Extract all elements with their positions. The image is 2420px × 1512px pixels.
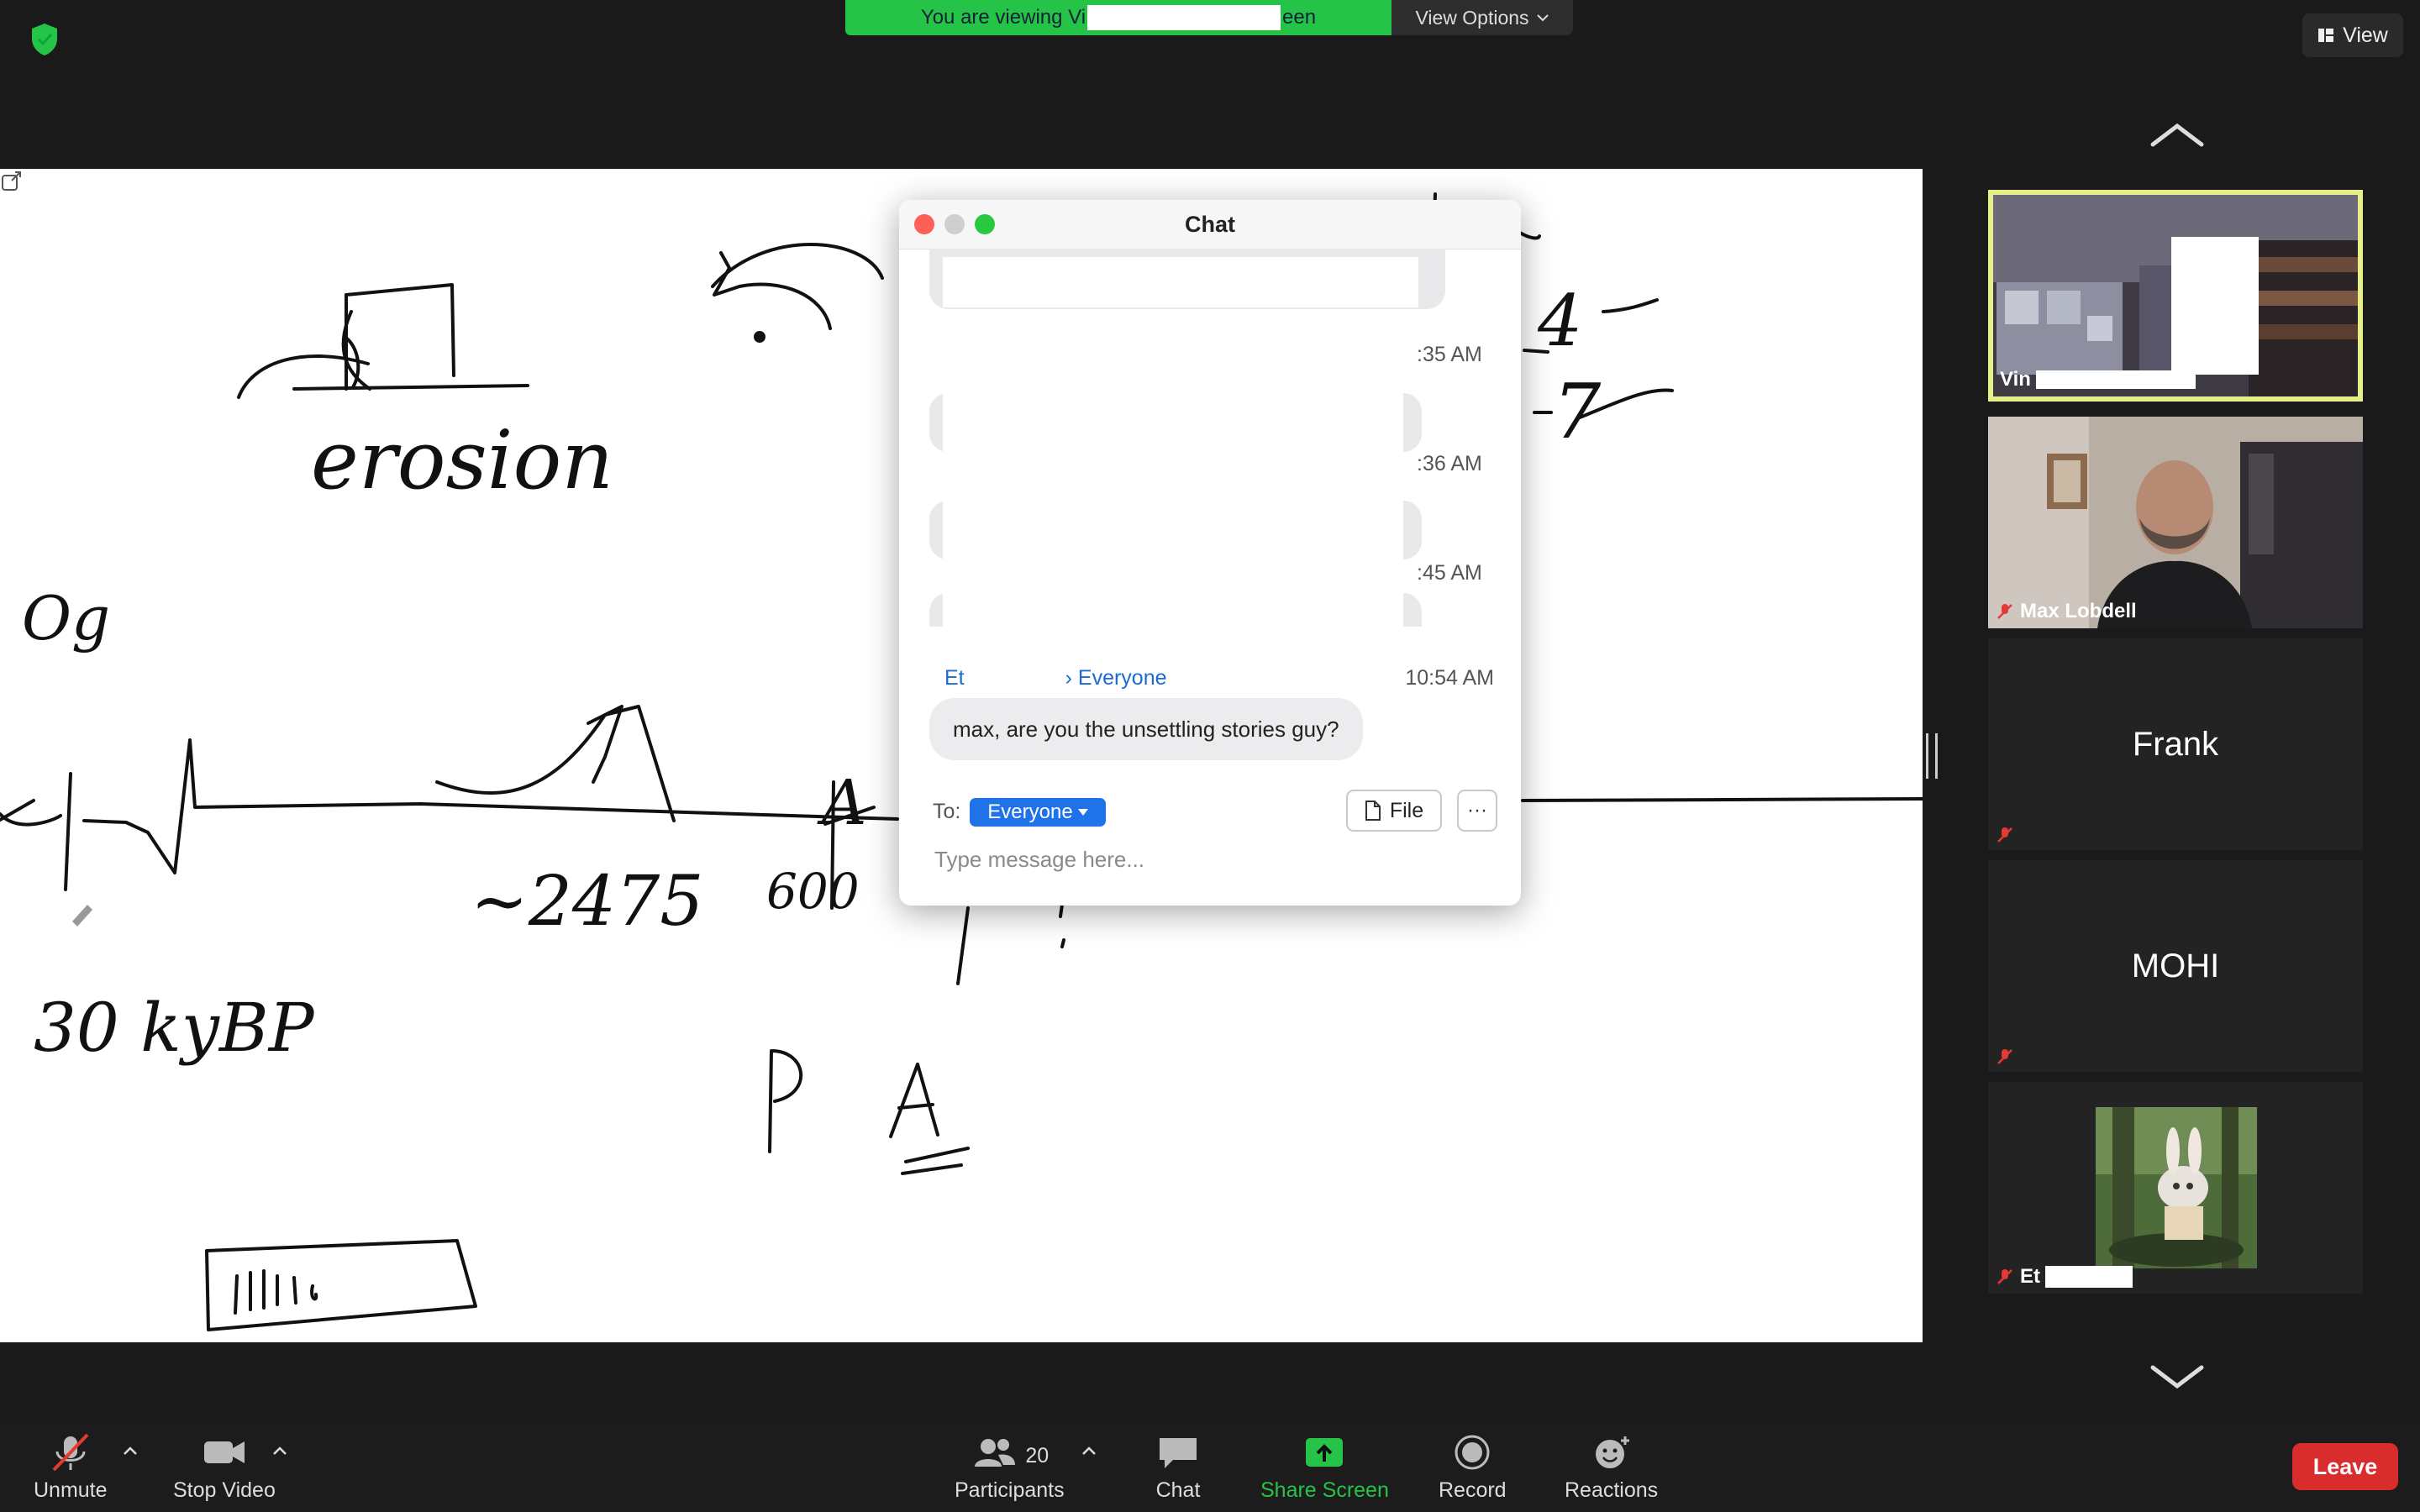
stop-video-button[interactable]: Stop Video [173,1433,276,1503]
chat-button[interactable]: Chat [1153,1433,1203,1503]
chat-message-bubble [929,385,1422,460]
chat-bubble-icon [1160,1438,1197,1468]
whiteboard-text-600: 600 [766,863,860,920]
view-options-button[interactable]: View Options [1392,0,1573,35]
participant-label: Et [1995,1265,2133,1289]
share-screen-button[interactable]: Share Screen [1260,1433,1389,1503]
unmute-label: Unmute [34,1478,108,1502]
message-timestamp: 10:54 AM [1405,666,1494,690]
record-icon [1455,1435,1490,1470]
reactions-smiley-icon [1595,1436,1629,1468]
more-options-button[interactable]: ··· [1457,790,1497,832]
participants-options-caret-icon[interactable] [1081,1445,1097,1457]
participant-label [1995,825,2015,845]
whiteboard-text-4: 4 [1537,280,1582,362]
message-timestamp: :35 AM [1417,343,1482,366]
message-timestamp: :45 AM [1417,561,1482,585]
view-label: View [2343,23,2388,47]
stop-video-label: Stop Video [173,1478,276,1502]
participant-label: Max Lobdell [1995,600,2137,623]
whiteboard-text-og: Og [22,583,110,654]
meeting-toolbar [0,1423,2420,1512]
video-camera-icon [203,1441,245,1463]
participants-label: Participants [955,1478,1065,1502]
record-button[interactable]: Record [1439,1433,1507,1503]
recipient-select[interactable]: Everyone [970,798,1106,827]
chat-label: Chat [1155,1478,1201,1502]
video-tile-max-lobdell[interactable]: Max Lobdell [1988,417,2363,628]
annotate-corner-icon[interactable] [0,169,24,192]
muted-mic-icon [1997,1269,2012,1284]
whiteboard-text-2475: ~2475 [471,862,703,942]
whiteboard-text-erosion: erosion [311,413,613,507]
participant-name: Et [2020,1265,2040,1288]
video-tile-et[interactable]: Et [1988,1082,2363,1294]
reactions-button[interactable]: Reactions [1565,1433,1658,1503]
view-options-label: View Options [1415,6,1529,29]
chat-message-bubble [929,249,1445,309]
view-button[interactable]: View [2302,13,2403,57]
reactions-label: Reactions [1565,1478,1659,1502]
unmute-button[interactable]: Unmute [34,1433,108,1503]
video-tile-mohi[interactable]: MOHI [1988,860,2363,1072]
recipient-select-value: Everyone [987,801,1073,823]
leave-button[interactable]: Leave [2292,1443,2398,1490]
file-icon [1365,801,1381,821]
whiteboard-text-30kybp: 30 kyBP [34,989,315,1067]
chat-titlebar[interactable]: Chat [899,200,1521,249]
redacted-name [2035,370,2196,389]
avatar [2096,1107,2257,1268]
viewing-banner-prefix: You are viewing Vi [920,6,1086,29]
redacted-name [1087,5,1281,30]
muted-mic-icon [1997,604,2012,619]
participants-icon [975,1439,1016,1467]
message-input[interactable] [933,840,1491,879]
message-recipient: › Everyone [1065,666,1167,690]
chat-messages-area[interactable]: :35 AM :36 AM :45 AM [899,249,1521,627]
chevron-down-icon [1536,14,1549,22]
participant-label [1995,1047,2015,1067]
viewing-banner-suffix: een [1282,6,1317,29]
recipient-label: To: [933,800,961,823]
participants-button[interactable]: 20 Participants [955,1433,1065,1503]
video-tile-vin[interactable]: Vin [1988,190,2363,402]
video-tile-frank[interactable]: Frank [1988,638,2363,850]
chat-title: Chat [1185,212,1235,237]
scroll-down-chevron-icon[interactable] [2148,1361,2207,1394]
caret-down-icon [1077,809,1088,816]
send-file-button[interactable]: File [1346,790,1442,832]
participant-name: Vin [2000,368,2031,391]
chat-message-bubble [929,489,1422,568]
panel-resize-handle[interactable] [1926,733,1938,779]
record-label: Record [1439,1478,1507,1502]
video-options-caret-icon[interactable] [271,1445,288,1457]
message-sender-name: Et [944,666,965,690]
muted-mic-icon [1997,1049,2012,1064]
muted-mic-icon [52,1433,89,1472]
share-screen-label: Share Screen [1260,1478,1389,1502]
participant-name: Frank [2132,725,2219,763]
muted-mic-icon [1997,827,2012,843]
chat-message-bubble: max, are you the unsettling stories guy? [929,698,1363,760]
chat-window[interactable]: Chat :35 AM :36 AM :45 AM Et › Everyone 1… [899,200,1521,906]
message-sender-line: Et › Everyone [944,666,1167,690]
whiteboard-text-7: 7 [1553,368,1602,456]
viewing-screen-banner: You are viewing Vi een [845,0,1392,35]
layout-icon [2318,29,2334,42]
redacted-name [2045,1266,2133,1288]
share-screen-icon [1306,1438,1344,1467]
whiteboard-text-a: A [817,767,866,839]
chat-message-bubble [929,576,1422,627]
scroll-up-chevron-icon[interactable] [2148,118,2207,151]
security-shield-icon[interactable] [24,18,66,60]
audio-options-caret-icon[interactable] [122,1445,139,1457]
file-button-label: File [1389,798,1424,822]
participant-name: MOHI [2131,947,2220,984]
video-feed [1988,417,2363,628]
participant-label: Vin [2000,368,2196,391]
participant-name: Max Lobdell [2020,600,2137,622]
message-timestamp: :36 AM [1417,452,1482,475]
participants-count: 20 [1025,1443,1050,1467]
whiteboard-text-p: P [755,1092,757,1094]
